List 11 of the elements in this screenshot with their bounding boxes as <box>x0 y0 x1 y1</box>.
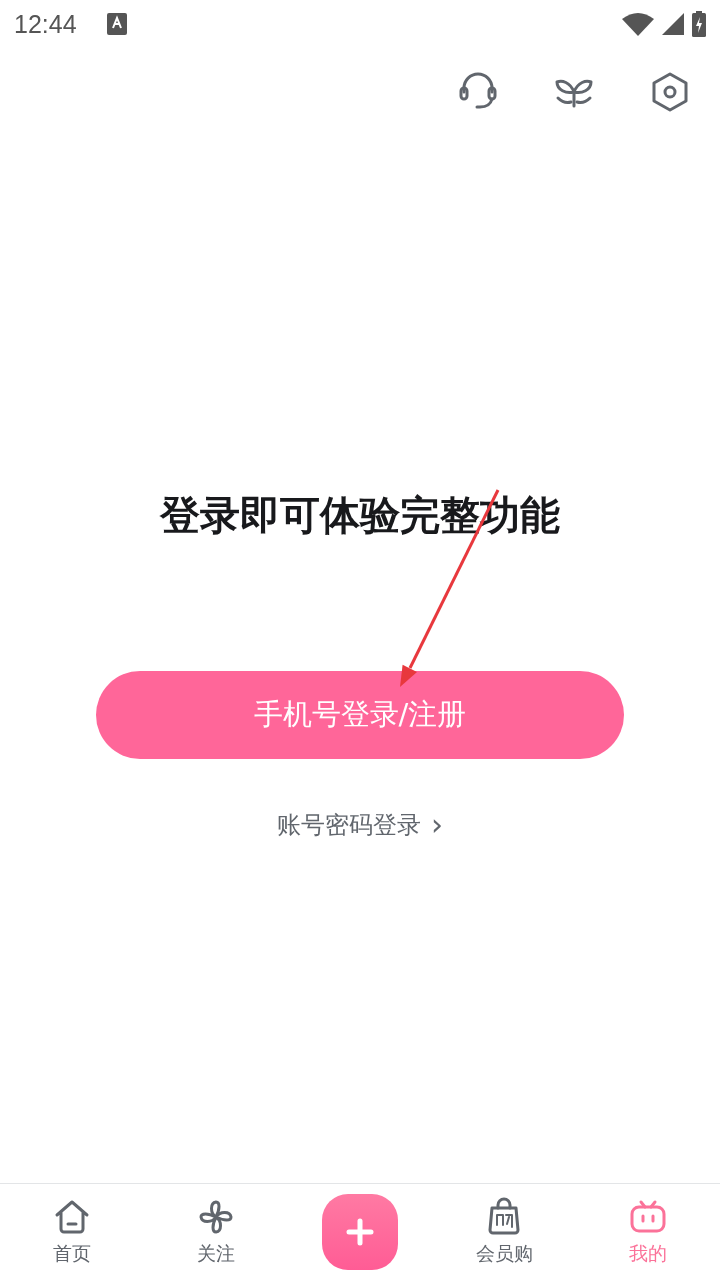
password-login-link[interactable]: 账号密码登录 › <box>277 807 443 842</box>
signal-icon <box>662 13 684 35</box>
nav-tab[interactable]: 首页 <box>0 1184 144 1280</box>
nav-tab[interactable]: 关注 <box>144 1184 288 1280</box>
keyboard-notification-icon <box>106 13 127 35</box>
create-button[interactable] <box>322 1194 398 1270</box>
status-time: 12:44 <box>14 9 77 39</box>
plus-icon <box>346 1218 374 1246</box>
nav-tab[interactable]: 会员购 <box>432 1184 576 1280</box>
wifi-icon <box>622 12 654 36</box>
battery-charging-icon <box>692 11 706 37</box>
